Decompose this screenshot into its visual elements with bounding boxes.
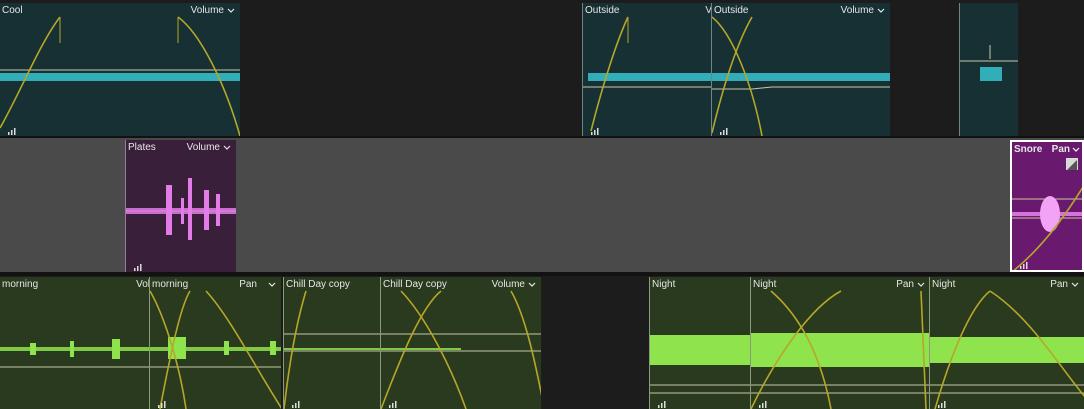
clip-name: Cool: [2, 5, 23, 16]
clip-overlay: [284, 290, 381, 409]
audio-clip-outside-1[interactable]: Outside V: [582, 3, 712, 136]
audio-clip-outside-2[interactable]: Outside Volume: [711, 3, 890, 136]
chevron-down-icon[interactable]: [875, 3, 887, 19]
track-divider: [0, 274, 1084, 276]
clip-overlay: [0, 339, 150, 368]
clip-parameter: Pan: [239, 279, 257, 290]
clip-header: Outside Volume: [712, 3, 890, 19]
clip-overlay: [751, 290, 930, 409]
chevron-down-icon[interactable]: [221, 140, 233, 156]
track-3: morning Vol morning Pan Chill Day copy C…: [0, 274, 1084, 409]
chevron-down-icon[interactable]: [915, 277, 927, 293]
clip-header: Night Pan: [751, 277, 930, 293]
clip-name: Night: [652, 279, 676, 290]
signal-bars-icon: [591, 122, 601, 135]
clip-header: [960, 3, 1018, 19]
signal-bars-icon: [389, 395, 399, 408]
chevron-down-icon[interactable]: [1069, 277, 1081, 293]
clip-name: Night: [753, 279, 777, 290]
clip-header: Plates Volume: [126, 140, 236, 156]
clip-header: Chill Day copy: [284, 277, 381, 293]
clip-overlay: [381, 290, 541, 409]
signal-bars-icon: [759, 395, 769, 408]
clip-header: Night Pan: [930, 277, 1084, 293]
audio-clip-short[interactable]: [959, 3, 1018, 136]
track-2: Plates Volume Snore Pan: [0, 138, 1084, 274]
fade-handle-icon[interactable]: [1066, 158, 1078, 170]
clip-header: Chill Day copy Volume: [381, 277, 541, 293]
signal-bars-icon: [8, 122, 18, 135]
clip-parameter: Vol: [136, 279, 150, 290]
clip-name: morning: [2, 279, 39, 290]
audio-clip-morning-2[interactable]: morning Pan: [149, 277, 281, 409]
clip-header: Snore Pan: [1012, 142, 1082, 158]
signal-bars-icon: [134, 258, 144, 271]
audio-clip-chill-day-copy-2[interactable]: Chill Day copy Volume: [380, 277, 541, 409]
audio-clip-chill-day-copy-1[interactable]: Chill Day copy: [283, 277, 381, 409]
signal-bars-icon: [158, 395, 168, 408]
clip-header: morning Vol: [0, 277, 150, 293]
audio-clip-cool[interactable]: Cool Volume: [0, 3, 240, 136]
signal-bars-icon: [658, 395, 668, 408]
clip-overlay: [0, 16, 240, 136]
clip-name: Outside: [714, 5, 749, 16]
clip-header: morning Pan: [150, 277, 281, 293]
clip-header: Outside V: [583, 3, 712, 19]
clip-header: Cool Volume: [0, 3, 240, 19]
chevron-down-icon[interactable]: [526, 277, 538, 293]
clip-parameter: Volume: [190, 5, 224, 16]
clip-header: Night: [650, 277, 751, 293]
clip-name: Plates: [128, 142, 156, 153]
signal-bars-icon: [938, 395, 948, 408]
clip-overlay: [712, 16, 890, 136]
clip-name: Chill Day copy: [286, 279, 350, 290]
clip-parameter: Volume: [186, 142, 220, 153]
clip-name: Outside: [585, 5, 620, 16]
clip-name: Snore: [1014, 144, 1043, 155]
chevron-down-icon[interactable]: [225, 3, 237, 19]
clip-name: Night: [932, 279, 956, 290]
track-1: Cool Volume Outside V Outside Volume: [0, 0, 1084, 138]
audio-clip-night-1[interactable]: Night: [649, 277, 751, 409]
audio-clip-night-2[interactable]: Night Pan: [750, 277, 930, 409]
clip-name: morning: [152, 279, 189, 290]
clip-parameter: Volume: [840, 5, 874, 16]
clip-parameter: Pan: [896, 279, 914, 290]
clip-overlay: [650, 335, 751, 394]
clip-parameter: Pan: [1050, 279, 1068, 290]
audio-clip-morning-1[interactable]: morning Vol: [0, 277, 150, 409]
clip-overlay: [960, 45, 1018, 81]
clip-overlay: [126, 178, 236, 240]
clip-name: Chill Day copy: [383, 279, 447, 290]
clip-overlay: [583, 16, 712, 132]
chevron-down-icon[interactable]: [266, 277, 278, 293]
clip-parameter: Volume: [491, 279, 525, 290]
clip-overlay: [150, 290, 281, 409]
audio-clip-night-3[interactable]: Night Pan: [929, 277, 1084, 409]
chevron-down-icon[interactable]: [1070, 142, 1082, 158]
clip-parameter: Pan: [1051, 144, 1070, 155]
audio-clip-plates[interactable]: Plates Volume: [125, 140, 236, 272]
signal-bars-icon: [1020, 256, 1030, 269]
signal-bars-icon: [292, 395, 302, 408]
signal-bars-icon: [720, 122, 730, 135]
audio-clip-snore[interactable]: Snore Pan: [1010, 140, 1084, 272]
clip-overlay: [930, 290, 1084, 409]
